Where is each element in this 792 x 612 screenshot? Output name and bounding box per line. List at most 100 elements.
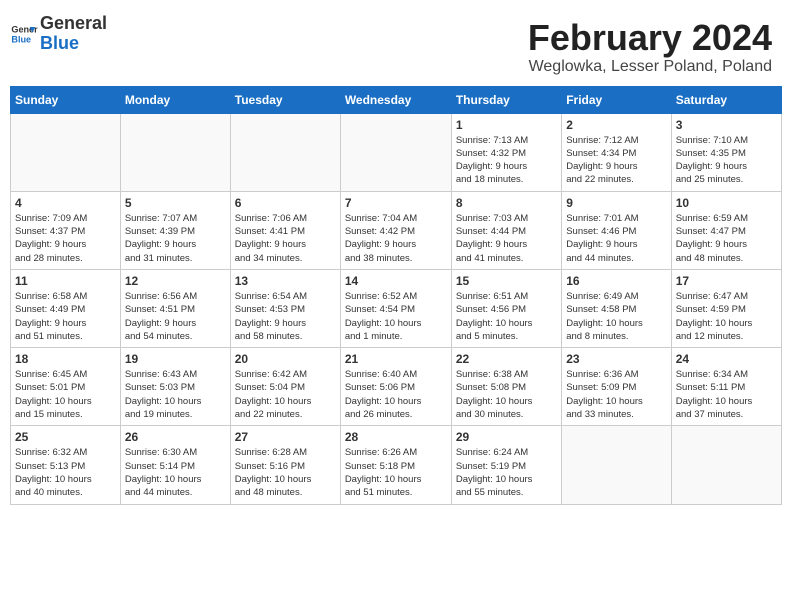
svg-text:Blue: Blue [11, 34, 31, 44]
calendar-cell: 14 Sunrise: 6:52 AM Sunset: 4:54 PM Dayli… [340, 269, 451, 347]
day-number: 8 [456, 196, 557, 210]
calendar-cell: 17Sunrise: 6:47 AM Sunset: 4:59 PM Dayli… [671, 269, 781, 347]
calendar-cell: 9 Sunrise: 7:01 AM Sunset: 4:46 PM Daylig… [562, 191, 671, 269]
calendar-cell: 15Sunrise: 6:51 AM Sunset: 4:56 PM Dayli… [451, 269, 561, 347]
calendar-cell: 11 Sunrise: 6:58 AM Sunset: 4:49 PM Dayli… [11, 269, 121, 347]
day-number: 21 [345, 352, 447, 366]
day-number: 10 [676, 196, 777, 210]
day-info: Sunrise: 6:49 AM Sunset: 4:58 PM Dayligh… [566, 290, 666, 343]
day-info: Sunrise: 6:28 AM Sunset: 5:16 PM Dayligh… [235, 446, 336, 499]
calendar-cell [671, 426, 781, 504]
day-number: 15 [456, 274, 557, 288]
calendar-cell: 2Sunrise: 7:12 AM Sunset: 4:34 PM Daylig… [562, 113, 671, 191]
calendar-cell [230, 113, 340, 191]
calendar-cell: 16 Sunrise: 6:49 AM Sunset: 4:58 PM Dayli… [562, 269, 671, 347]
week-row-3: 11 Sunrise: 6:58 AM Sunset: 4:49 PM Dayli… [11, 269, 782, 347]
header: February 2024 Weglowka, Lesser Poland, P… [10, 10, 782, 78]
day-number: 5 [125, 196, 226, 210]
day-info: Sunrise: 7:06 AM Sunset: 4:41 PM Dayligh… [235, 212, 336, 265]
day-number: 16 [566, 274, 666, 288]
col-header-tuesday: Tuesday [230, 86, 340, 113]
col-header-wednesday: Wednesday [340, 86, 451, 113]
week-row-4: 18 Sunrise: 6:45 AM Sunset: 5:01 PM Dayli… [11, 348, 782, 426]
col-header-friday: Friday [562, 86, 671, 113]
calendar-cell: 22 Sunrise: 6:38 AM Sunset: 5:08 PM Dayli… [451, 348, 561, 426]
calendar-cell: 1 Sunrise: 7:13 AM Sunset: 4:32 PM Daylig… [451, 113, 561, 191]
day-number: 27 [235, 430, 336, 444]
day-number: 24 [676, 352, 777, 366]
day-info: Sunrise: 6:24 AM Sunset: 5:19 PM Dayligh… [456, 446, 557, 499]
page-title: February 2024 [20, 18, 772, 58]
day-number: 26 [125, 430, 226, 444]
day-number: 3 [676, 118, 777, 132]
location-subtitle: Weglowka, Lesser Poland, Poland [20, 58, 772, 76]
calendar-cell: 18 Sunrise: 6:45 AM Sunset: 5:01 PM Dayli… [11, 348, 121, 426]
calendar-cell: 24Sunrise: 6:34 AM Sunset: 5:11 PM Dayli… [671, 348, 781, 426]
day-info: Sunrise: 7:03 AM Sunset: 4:44 PM Dayligh… [456, 212, 557, 265]
day-number: 17 [676, 274, 777, 288]
day-info: Sunrise: 6:36 AM Sunset: 5:09 PM Dayligh… [566, 368, 666, 421]
calendar-cell: 19Sunrise: 6:43 AM Sunset: 5:03 PM Dayli… [120, 348, 230, 426]
day-number: 6 [235, 196, 336, 210]
col-header-sunday: Sunday [11, 86, 121, 113]
day-info: Sunrise: 6:45 AM Sunset: 5:01 PM Dayligh… [15, 368, 116, 421]
day-info: Sunrise: 7:01 AM Sunset: 4:46 PM Dayligh… [566, 212, 666, 265]
week-row-5: 25 Sunrise: 6:32 AM Sunset: 5:13 PM Dayli… [11, 426, 782, 504]
week-row-2: 4 Sunrise: 7:09 AM Sunset: 4:37 PM Daylig… [11, 191, 782, 269]
calendar-cell: 8 Sunrise: 7:03 AM Sunset: 4:44 PM Daylig… [451, 191, 561, 269]
day-number: 9 [566, 196, 666, 210]
calendar-cell: 12Sunrise: 6:56 AM Sunset: 4:51 PM Dayli… [120, 269, 230, 347]
calendar-cell [340, 113, 451, 191]
day-info: Sunrise: 6:40 AM Sunset: 5:06 PM Dayligh… [345, 368, 447, 421]
col-header-monday: Monday [120, 86, 230, 113]
day-number: 11 [15, 274, 116, 288]
day-number: 25 [15, 430, 116, 444]
calendar-cell: 27 Sunrise: 6:28 AM Sunset: 5:16 PM Dayli… [230, 426, 340, 504]
day-info: Sunrise: 6:43 AM Sunset: 5:03 PM Dayligh… [125, 368, 226, 421]
calendar-cell: 26 Sunrise: 6:30 AM Sunset: 5:14 PM Dayli… [120, 426, 230, 504]
day-info: Sunrise: 6:54 AM Sunset: 4:53 PM Dayligh… [235, 290, 336, 343]
day-info: Sunrise: 7:10 AM Sunset: 4:35 PM Dayligh… [676, 134, 777, 187]
calendar-cell: 3 Sunrise: 7:10 AM Sunset: 4:35 PM Daylig… [671, 113, 781, 191]
logo: General Blue General Blue [10, 14, 107, 54]
day-info: Sunrise: 7:07 AM Sunset: 4:39 PM Dayligh… [125, 212, 226, 265]
day-number: 2 [566, 118, 666, 132]
day-info: Sunrise: 6:30 AM Sunset: 5:14 PM Dayligh… [125, 446, 226, 499]
day-number: 20 [235, 352, 336, 366]
day-info: Sunrise: 7:04 AM Sunset: 4:42 PM Dayligh… [345, 212, 447, 265]
day-info: Sunrise: 6:52 AM Sunset: 4:54 PM Dayligh… [345, 290, 447, 343]
day-number: 22 [456, 352, 557, 366]
day-info: Sunrise: 7:13 AM Sunset: 4:32 PM Dayligh… [456, 134, 557, 187]
calendar-cell [11, 113, 121, 191]
day-info: Sunrise: 6:32 AM Sunset: 5:13 PM Dayligh… [15, 446, 116, 499]
calendar-cell: 5 Sunrise: 7:07 AM Sunset: 4:39 PM Daylig… [120, 191, 230, 269]
col-header-saturday: Saturday [671, 86, 781, 113]
svg-text:General: General [11, 24, 38, 34]
day-number: 4 [15, 196, 116, 210]
calendar-cell [120, 113, 230, 191]
day-info: Sunrise: 6:42 AM Sunset: 5:04 PM Dayligh… [235, 368, 336, 421]
day-number: 7 [345, 196, 447, 210]
calendar-cell: 25 Sunrise: 6:32 AM Sunset: 5:13 PM Dayli… [11, 426, 121, 504]
day-info: Sunrise: 6:26 AM Sunset: 5:18 PM Dayligh… [345, 446, 447, 499]
calendar-cell: 4 Sunrise: 7:09 AM Sunset: 4:37 PM Daylig… [11, 191, 121, 269]
day-info: Sunrise: 7:09 AM Sunset: 4:37 PM Dayligh… [15, 212, 116, 265]
day-info: Sunrise: 6:58 AM Sunset: 4:49 PM Dayligh… [15, 290, 116, 343]
day-number: 12 [125, 274, 226, 288]
week-row-1: 1 Sunrise: 7:13 AM Sunset: 4:32 PM Daylig… [11, 113, 782, 191]
calendar-table: SundayMondayTuesdayWednesdayThursdayFrid… [10, 86, 782, 505]
day-number: 18 [15, 352, 116, 366]
day-number: 1 [456, 118, 557, 132]
calendar-cell: 7 Sunrise: 7:04 AM Sunset: 4:42 PM Daylig… [340, 191, 451, 269]
calendar-cell: 23 Sunrise: 6:36 AM Sunset: 5:09 PM Dayli… [562, 348, 671, 426]
calendar-cell: 21 Sunrise: 6:40 AM Sunset: 5:06 PM Dayli… [340, 348, 451, 426]
calendar-cell: 29Sunrise: 6:24 AM Sunset: 5:19 PM Dayli… [451, 426, 561, 504]
calendar-cell: 20 Sunrise: 6:42 AM Sunset: 5:04 PM Dayli… [230, 348, 340, 426]
col-header-thursday: Thursday [451, 86, 561, 113]
day-number: 13 [235, 274, 336, 288]
calendar-cell [562, 426, 671, 504]
day-number: 14 [345, 274, 447, 288]
day-number: 23 [566, 352, 666, 366]
day-info: Sunrise: 6:59 AM Sunset: 4:47 PM Dayligh… [676, 212, 777, 265]
day-info: Sunrise: 6:38 AM Sunset: 5:08 PM Dayligh… [456, 368, 557, 421]
